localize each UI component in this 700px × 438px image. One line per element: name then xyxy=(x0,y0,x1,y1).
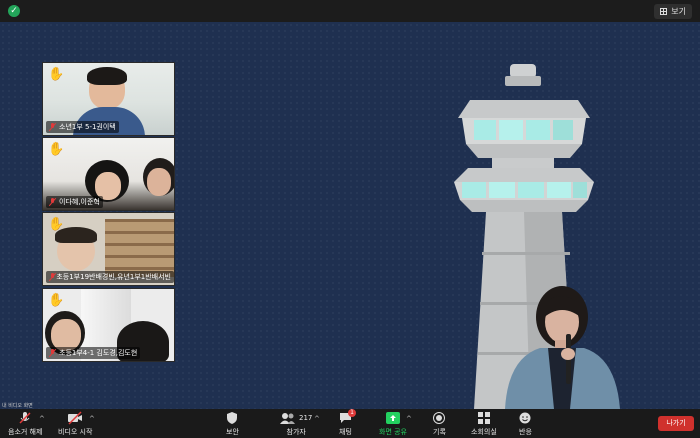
reactions-button[interactable]: 반응 xyxy=(519,411,532,437)
breakout-rooms-icon xyxy=(477,411,490,425)
mic-muted-icon xyxy=(18,411,32,425)
shared-screen-stage: ✋ 소년1부 5-1권이택 ✋ 이다혜,이준혁 ✋ 초등1부19반배경빈,유년1… xyxy=(0,22,700,409)
share-screen-icon xyxy=(386,411,400,425)
share-options-chevron-icon[interactable]: ^ xyxy=(406,415,412,423)
participants-icon: 217 xyxy=(280,411,312,425)
chat-icon: 1 xyxy=(339,409,356,425)
shield-icon xyxy=(226,411,238,425)
video-options-chevron-icon[interactable]: ^ xyxy=(89,415,95,423)
meeting-toolbar: 음소거 해제 ^ 비디오 시작 ^ 보안 217 참가자 ^ 1 채팅 화면 공… xyxy=(0,409,700,438)
start-video-label: 비디오 시작 xyxy=(58,428,93,436)
raised-hand-icon: ✋ xyxy=(48,142,65,157)
participants-count: 217 xyxy=(299,414,313,422)
record-button[interactable]: 기록 xyxy=(433,411,446,437)
participants-button[interactable]: 217 참가자 xyxy=(280,411,312,437)
smiley-icon xyxy=(519,411,531,425)
view-button-label: 보기 xyxy=(671,7,686,16)
share-screen-label: 화면 공유 xyxy=(379,428,407,436)
unmute-button[interactable]: 음소거 해제 xyxy=(8,411,42,437)
breakout-rooms-label: 소회의실 xyxy=(471,428,497,436)
top-bar: ✓ 보기 xyxy=(0,0,700,22)
reactions-label: 반응 xyxy=(519,428,532,436)
participants-label: 참가자 xyxy=(286,428,306,436)
mic-muted-icon xyxy=(49,123,56,131)
grid-view-icon xyxy=(660,8,668,15)
participant-tile[interactable]: ✋ 이다혜,이준혁 xyxy=(42,137,175,211)
raised-hand-icon: ✋ xyxy=(48,67,65,82)
breakout-rooms-button[interactable]: 소회의실 xyxy=(471,411,497,437)
participant-name-tag: 이다혜,이준혁 xyxy=(46,196,103,208)
participant-name: 초등1부4-1 김도경,김도현 xyxy=(59,349,138,357)
video-off-icon xyxy=(67,411,83,425)
chat-unread-badge: 1 xyxy=(348,409,356,417)
participant-name-tag: 초등1부4-1 김도경,김도현 xyxy=(46,347,141,359)
record-icon xyxy=(433,411,446,425)
participant-tile[interactable]: ✋ 초등1부4-1 김도경,김도현 xyxy=(42,288,175,362)
start-video-button[interactable]: 비디오 시작 xyxy=(58,411,92,437)
encryption-shield-icon[interactable]: ✓ xyxy=(8,5,20,17)
record-label: 기록 xyxy=(433,428,446,436)
unmute-label: 음소거 해제 xyxy=(8,428,43,436)
participant-tile[interactable]: ✋ 초등1부19반배경빈,유년1부1반배서빈 xyxy=(42,212,175,286)
mic-muted-icon xyxy=(49,273,55,281)
view-button[interactable]: 보기 xyxy=(654,4,692,19)
self-view-label: 내 비디오 화면 xyxy=(2,403,33,409)
participant-name: 소년1부 5-1권이택 xyxy=(59,123,116,131)
raised-hand-icon: ✋ xyxy=(48,293,65,308)
participant-name-tag: 소년1부 5-1권이택 xyxy=(46,121,119,133)
participant-tile[interactable]: ✋ 소년1부 5-1권이택 xyxy=(42,62,175,136)
participants-chevron-icon[interactable]: ^ xyxy=(314,415,320,423)
raised-hand-icon: ✋ xyxy=(48,217,65,232)
chat-button[interactable]: 1 채팅 xyxy=(339,409,356,437)
participant-name-tag: 초등1부19반배경빈,유년1부1반배서빈 xyxy=(46,271,174,283)
security-label: 보안 xyxy=(226,428,239,436)
chat-label: 채팅 xyxy=(339,428,352,436)
security-button[interactable]: 보안 xyxy=(226,411,239,437)
mic-muted-icon xyxy=(49,198,56,206)
leave-meeting-button[interactable]: 나가기 xyxy=(658,416,694,431)
participant-name: 이다혜,이준혁 xyxy=(59,198,100,206)
participant-name: 초등1부19반배경빈,유년1부1반배서빈 xyxy=(56,273,171,281)
audio-options-chevron-icon[interactable]: ^ xyxy=(39,415,45,423)
mic-muted-icon xyxy=(49,349,56,357)
share-screen-button[interactable]: 화면 공유 xyxy=(379,411,407,437)
